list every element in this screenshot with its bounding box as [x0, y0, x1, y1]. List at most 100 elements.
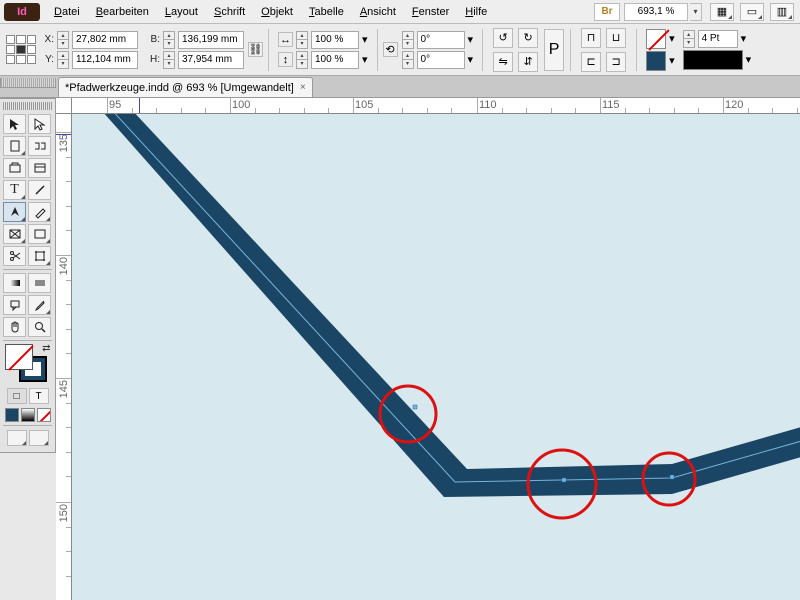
zoom-level-field[interactable]: 693,1 %	[624, 3, 688, 21]
stroke-dropdown[interactable]: ▾	[669, 54, 675, 67]
stroke-weight-dropdown[interactable]: ▾	[741, 32, 747, 45]
zoom-dropdown[interactable]: ▾	[690, 3, 702, 21]
swap-fill-stroke-icon[interactable]: ⇄	[42, 343, 50, 354]
menu-ansicht[interactable]: Ansicht	[352, 3, 404, 21]
fill-dropdown[interactable]: ▾	[669, 32, 675, 45]
work-area: 95100105110115120 135140145150	[56, 98, 800, 600]
select-container-button[interactable]: P	[544, 29, 564, 71]
menu-fenster[interactable]: Fenster	[404, 3, 457, 21]
bridge-button[interactable]: Br	[594, 3, 620, 21]
selection-tool[interactable]	[3, 114, 26, 134]
gradient-swatch-tool[interactable]	[3, 273, 26, 293]
align-button-3[interactable]: ⊏	[581, 52, 601, 72]
rotate-dropdown[interactable]: ▾	[468, 33, 474, 46]
menu-hilfe[interactable]: Hilfe	[457, 3, 495, 21]
menu-schrift[interactable]: Schrift	[206, 3, 253, 21]
gradient-feather-tool[interactable]	[28, 273, 51, 293]
rotate-cw-button[interactable]: ↻	[518, 28, 538, 48]
gap-tool[interactable]	[28, 136, 51, 156]
apply-none-button[interactable]	[37, 408, 51, 422]
reference-point[interactable]	[6, 35, 36, 65]
scale-y-field[interactable]	[311, 51, 359, 69]
scale-x-dropdown[interactable]: ▾	[362, 33, 368, 46]
fill-swatch[interactable]	[646, 29, 666, 49]
eyedropper-tool[interactable]	[28, 295, 51, 315]
content-collector-tool[interactable]	[3, 158, 26, 178]
stroke-swatch[interactable]	[646, 51, 666, 71]
menu-layout[interactable]: Layout	[157, 3, 206, 21]
fill-stroke-proxy[interactable]: ⇄	[5, 344, 51, 384]
shear-dropdown[interactable]: ▾	[468, 53, 474, 66]
vertical-ruler[interactable]: 135140145150	[56, 114, 72, 600]
preview-view-button[interactable]	[29, 430, 49, 446]
y-field[interactable]	[72, 51, 138, 69]
hand-tool[interactable]	[3, 317, 26, 337]
canvas-svg	[72, 114, 800, 600]
rectangle-frame-tool[interactable]	[3, 224, 26, 244]
close-tab-icon[interactable]: ×	[300, 82, 306, 93]
rectangle-tool[interactable]	[28, 224, 51, 244]
scale-x-field[interactable]	[311, 31, 359, 49]
app-icon: Id	[4, 3, 40, 21]
path-object[interactable]	[87, 114, 800, 497]
type-tool[interactable]: T	[3, 180, 26, 200]
apply-color-button[interactable]	[5, 408, 19, 422]
horizontal-ruler[interactable]: 95100105110115120	[72, 98, 800, 114]
screen-mode-button[interactable]: ▭	[740, 3, 764, 21]
w-field[interactable]	[178, 31, 244, 49]
menu-bearbeiten[interactable]: Bearbeiten	[88, 3, 157, 21]
y-label: Y:	[40, 54, 54, 65]
direct-selection-tool[interactable]	[28, 114, 51, 134]
pencil-tool[interactable]	[28, 202, 51, 222]
panel-grip[interactable]	[3, 102, 52, 110]
anchor-point[interactable]	[562, 478, 566, 482]
scale-y-dropdown[interactable]: ▾	[362, 53, 368, 66]
align-button-4[interactable]: ⊐	[606, 52, 626, 72]
note-tool[interactable]	[3, 295, 26, 315]
formatting-text-button[interactable]: T	[29, 388, 49, 404]
control-bar: X:▴▾ Y:▴▾ B:▴▾ H:▴▾ ⛓ ↔▴▾▾ ↕▴▾▾ ⟲ ▴▾▾ ▴▾…	[0, 24, 800, 76]
flip-vertical-button[interactable]: ⇵	[518, 52, 538, 72]
anchor-point[interactable]	[413, 405, 417, 409]
arrange-docs-button[interactable]: ▥	[770, 3, 794, 21]
rotate-icon: ⟲	[383, 42, 398, 57]
line-tool[interactable]	[28, 180, 51, 200]
rotate-ccw-button[interactable]: ↺	[493, 28, 513, 48]
shear-field[interactable]	[417, 51, 465, 69]
w-label: B:	[146, 34, 160, 45]
stroke-style-swatch[interactable]	[683, 50, 743, 70]
scale-x-icon: ↔	[278, 32, 293, 47]
menu-bar: Id DateiBearbeitenLayoutSchriftObjektTab…	[0, 0, 800, 24]
view-options-button[interactable]: ▦	[710, 3, 734, 21]
align-button-2[interactable]: ⊔	[606, 28, 626, 48]
ruler-origin[interactable]	[56, 98, 72, 114]
content-placer-tool[interactable]	[28, 158, 51, 178]
apply-gradient-button[interactable]	[21, 408, 35, 422]
stroke-style-dropdown[interactable]: ▾	[746, 53, 752, 66]
menu-tabelle[interactable]: Tabelle	[301, 3, 352, 21]
rotate-field[interactable]	[417, 31, 465, 49]
x-field[interactable]	[72, 31, 138, 49]
pen-tool[interactable]	[3, 202, 26, 222]
scale-y-icon: ↕	[278, 52, 293, 67]
zoom-tool[interactable]	[28, 317, 51, 337]
page-tool[interactable]	[3, 136, 26, 156]
h-field[interactable]	[178, 51, 244, 69]
formatting-affects: □ T	[3, 388, 52, 404]
menu-objekt[interactable]: Objekt	[253, 3, 301, 21]
flip-horizontal-button[interactable]: ⇋	[493, 52, 513, 72]
free-transform-tool[interactable]	[28, 246, 51, 266]
normal-view-button[interactable]	[7, 430, 27, 446]
document-tab[interactable]: *Pfadwerkzeuge.indd @ 693 % [Umgewandelt…	[58, 77, 313, 97]
anchor-point[interactable]	[670, 475, 674, 479]
formatting-container-button[interactable]: □	[7, 388, 27, 404]
panel-dock-handle[interactable]	[0, 78, 56, 88]
canvas[interactable]	[72, 114, 800, 600]
fill-box-icon[interactable]	[5, 344, 33, 370]
menu-datei[interactable]: Datei	[46, 3, 88, 21]
menu-items: DateiBearbeitenLayoutSchriftObjektTabell…	[46, 3, 495, 21]
align-button-1[interactable]: ⊓	[581, 28, 601, 48]
scissors-tool[interactable]	[3, 246, 26, 266]
constrain-proportions-icon[interactable]: ⛓	[248, 42, 263, 57]
stroke-weight-field[interactable]	[698, 30, 738, 48]
